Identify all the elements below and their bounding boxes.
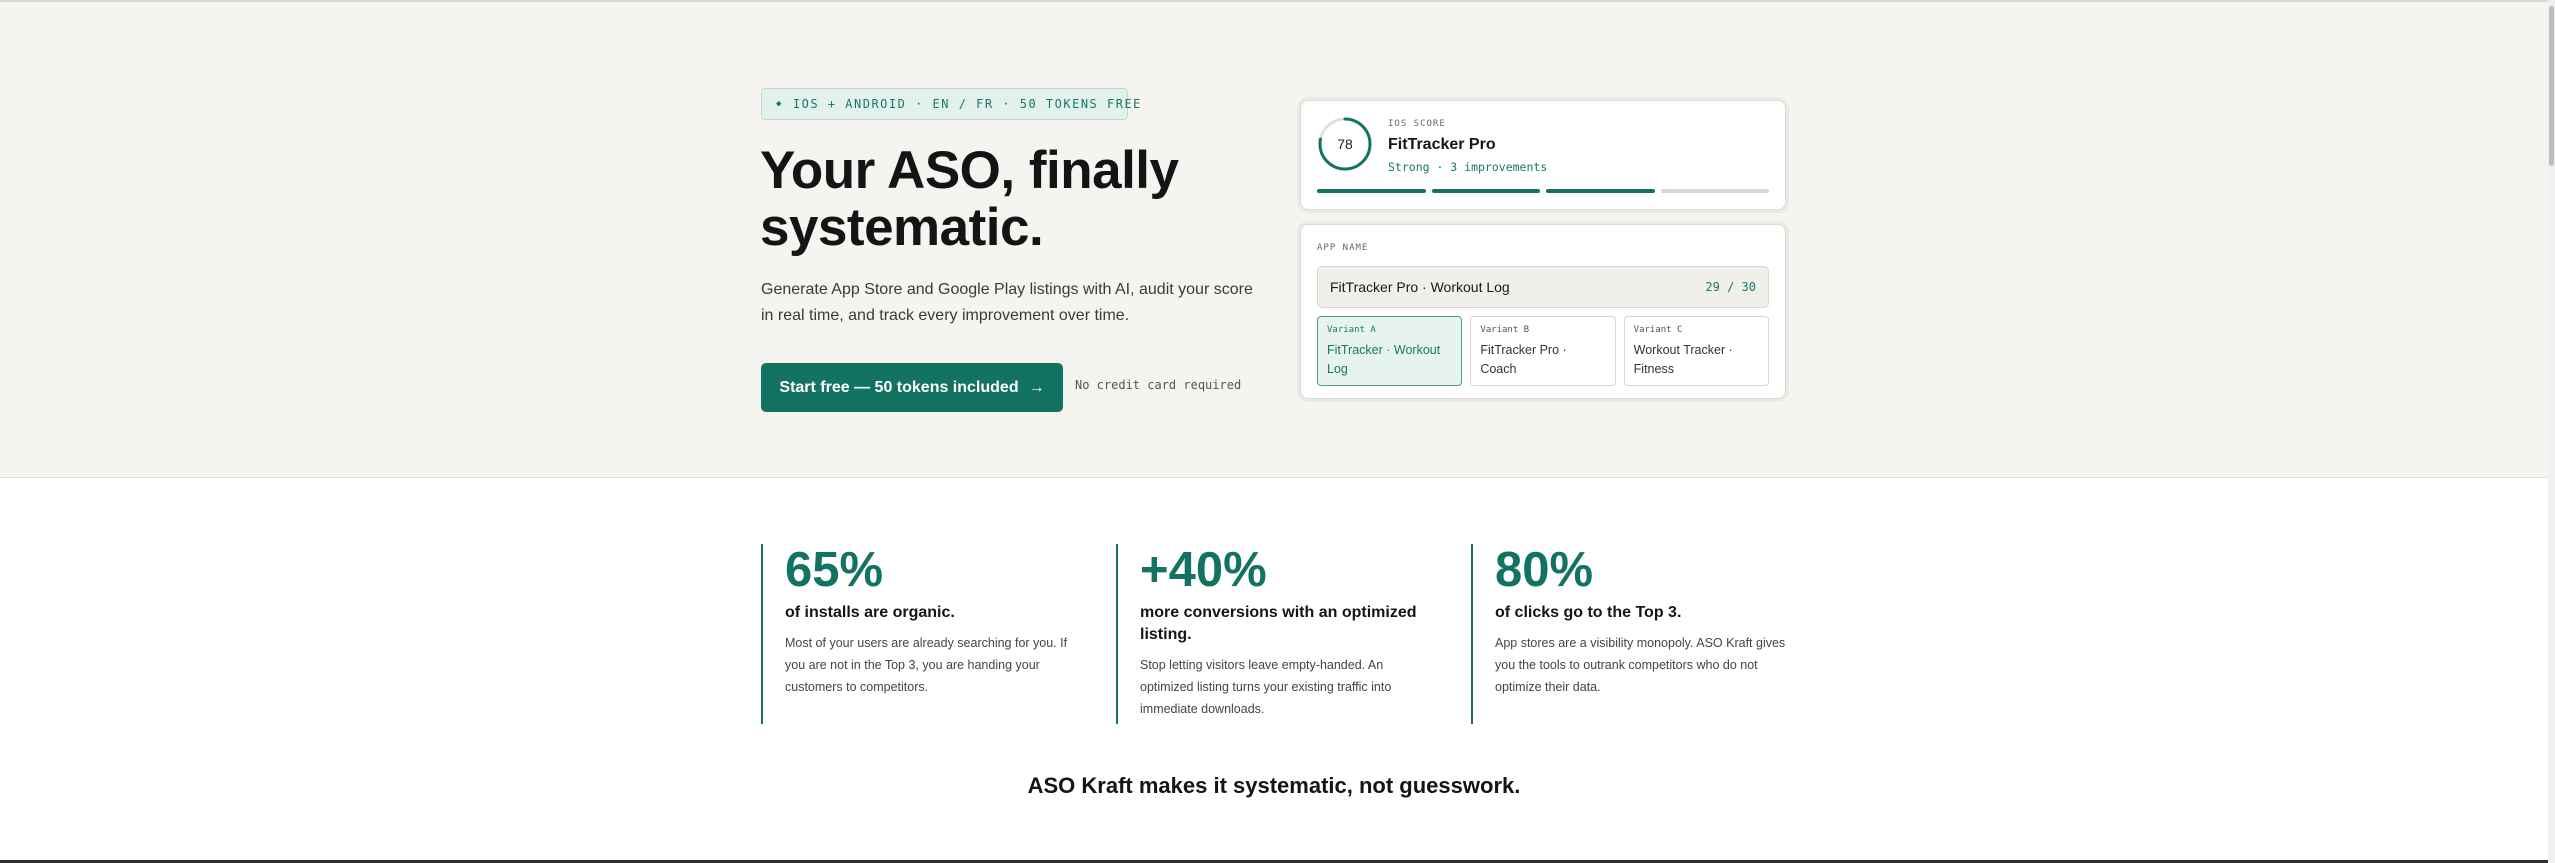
platform-badge: ◆ IOS + ANDROID · EN / FR · 50 TOKENS FR…	[761, 88, 1140, 120]
progress-segment	[1317, 189, 1426, 193]
stat-heading: of installs are organic.	[785, 604, 955, 621]
stat-organic: 65% of installs are organic. Most of you…	[761, 544, 1091, 724]
app-name-label: APP NAME	[1317, 243, 1369, 253]
progress-segment	[1660, 189, 1769, 193]
stat-value: 65%	[785, 543, 884, 597]
hero-title-line2: systematic.	[760, 198, 1044, 257]
variant-text: FitTracker Pro · Coach	[1480, 343, 1567, 376]
stat-body: App stores are a visibility monopoly. AS…	[1495, 636, 1786, 694]
hero-section: ◆ IOS + ANDROID · EN / FR · 50 TOKENS FR…	[0, 2, 2548, 478]
stat-value: 80%	[1495, 543, 1594, 597]
score-label: IOS SCORE	[1388, 119, 1446, 129]
progress-segment	[1431, 189, 1540, 193]
progress-segment	[1546, 189, 1655, 193]
variant-b-card[interactable]: Variant B FitTracker Pro · Coach	[1470, 316, 1616, 386]
ios-score-card: 78 IOS SCORE FitTracker Pro Strong · 3 i…	[1300, 100, 1786, 210]
stat-conversions: +40% more conversions with an optimized …	[1116, 544, 1446, 724]
stat-value: +40%	[1140, 543, 1267, 597]
app-name-card: APP NAME FitTracker Pro · Workout Log 29…	[1300, 224, 1786, 399]
tagline: ASO Kraft makes it systematic, not guess…	[1027, 773, 1521, 798]
scrollbar[interactable]	[2548, 0, 2555, 863]
char-counter: 29 / 30	[1705, 280, 1756, 294]
hero-subtitle: Generate App Store and Google Play listi…	[761, 281, 1253, 324]
app-name-field[interactable]: FitTracker Pro · Workout Log 29 / 30	[1317, 266, 1769, 308]
stat-body: Most of your users are already searching…	[785, 636, 1068, 694]
stat-heading: more conversions with an optimized listi…	[1140, 604, 1417, 643]
variant-label: Variant B	[1480, 325, 1530, 335]
stat-heading: of clicks go to the Top 3.	[1495, 604, 1682, 621]
variant-text: FitTracker · Workout Log	[1327, 343, 1441, 376]
start-free-button[interactable]: Start free — 50 tokens included →	[761, 363, 1063, 412]
variant-label: Variant C	[1633, 325, 1683, 335]
score-progress-bars	[1317, 189, 1769, 194]
diamond-icon: ◆	[776, 99, 783, 109]
hero-title: Your ASO, finally systematic.	[760, 142, 1320, 256]
variant-a-card[interactable]: Variant A FitTracker · Workout Log	[1317, 316, 1463, 386]
stat-top3-clicks: 80% of clicks go to the Top 3. App store…	[1471, 544, 1801, 724]
variant-c-card[interactable]: Variant C Workout Tracker · Fitness	[1623, 316, 1769, 386]
variant-list: Variant A FitTracker · Workout Log Varia…	[1317, 316, 1769, 386]
no-credit-card-note: No credit card required	[1075, 378, 1242, 392]
hero-title-line1: Your ASO, finally	[760, 141, 1179, 200]
arrow-right-icon: →	[1028, 378, 1045, 396]
score-value: 78	[1337, 136, 1353, 152]
variant-text: Workout Tracker · Fitness	[1633, 343, 1733, 376]
app-name-value: FitTracker Pro · Workout Log	[1330, 279, 1510, 295]
score-status: Strong · 3 improvements	[1388, 160, 1548, 174]
badge-text: IOS + ANDROID · EN / FR · 50 TOKENS FREE	[792, 97, 1142, 111]
cta-label: Start free — 50 tokens included	[779, 378, 1019, 396]
score-app-name: FitTracker Pro	[1388, 136, 1496, 153]
variant-label: Variant A	[1327, 325, 1376, 335]
scrollbar-thumb[interactable]	[2549, 6, 2554, 166]
stat-body: Stop letting visitors leave empty-handed…	[1140, 658, 1392, 716]
